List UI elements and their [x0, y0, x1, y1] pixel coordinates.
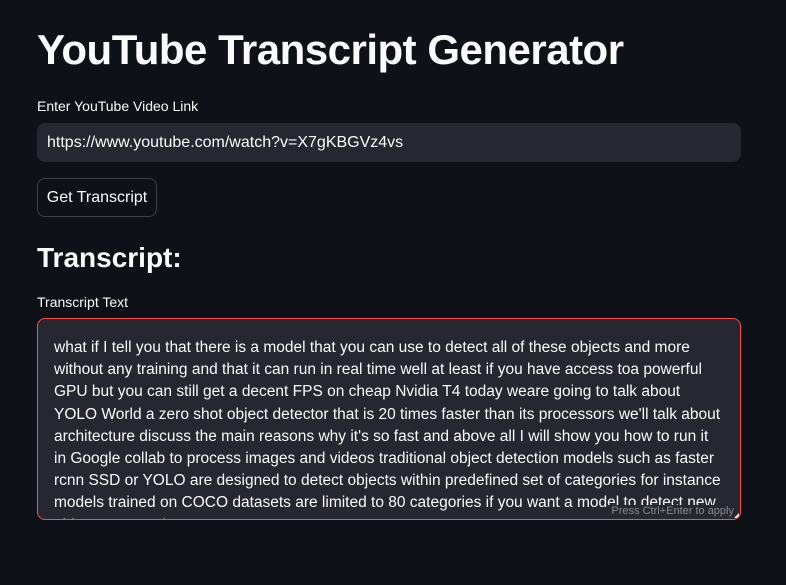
transcript-heading: Transcript: — [37, 242, 182, 273]
youtube-link-input[interactable] — [37, 123, 741, 162]
page-title: YouTube Transcript Generator — [37, 26, 624, 73]
apply-hint: Press Ctrl+Enter to apply — [607, 505, 734, 517]
transcript-textarea[interactable]: what if I tell you that there is a model… — [38, 319, 740, 519]
transcript-text-label: Transcript Text — [37, 294, 129, 310]
transcript-textarea-container: what if I tell you that there is a model… — [37, 318, 741, 520]
resize-handle-icon[interactable] — [734, 513, 739, 518]
url-field-label: Enter YouTube Video Link — [37, 98, 199, 114]
app-container: YouTube Transcript Generator Enter YouTu… — [0, 0, 786, 585]
get-transcript-button[interactable]: Get Transcript — [37, 178, 157, 217]
